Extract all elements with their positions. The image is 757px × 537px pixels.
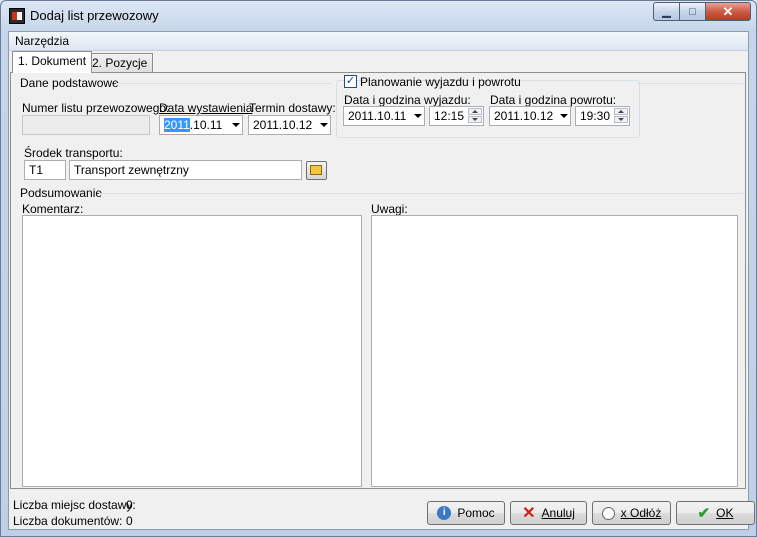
notes-label: Uwagi: [371, 202, 408, 216]
close-icon: ✕ [722, 3, 734, 19]
departure-label: Data i godzina wyjazdu: [344, 93, 471, 107]
planning-label: Planowanie wyjazdu i powrotu [360, 75, 521, 89]
chevron-down-icon[interactable] [232, 123, 240, 127]
help-button-label: Pomoc [457, 506, 495, 520]
tab-items[interactable]: 2. Pozycje [86, 53, 154, 72]
places-value: 0 [126, 498, 133, 512]
departure-date-picker[interactable]: 2011.10.11 [343, 106, 425, 126]
defer-button[interactable]: x Odłóż [592, 501, 671, 525]
chevron-down-icon[interactable] [414, 114, 422, 118]
delivery-date-label: Termin dostawy: [249, 101, 336, 115]
notes-textarea[interactable] [371, 215, 738, 487]
spin-up-icon[interactable] [614, 108, 628, 115]
comment-textarea[interactable] [22, 215, 362, 487]
docs-label: Liczba dokumentów: [13, 514, 123, 528]
planning-checkbox[interactable]: ✓ [344, 75, 357, 88]
window-title: Dodaj list przewozowy [30, 8, 159, 23]
comment-label: Komentarz: [22, 202, 84, 216]
doc-number-field[interactable] [22, 115, 150, 135]
spin-up-icon[interactable] [468, 108, 482, 115]
info-icon: i [437, 506, 452, 520]
cancel-button[interactable]: ✕ Anuluj [510, 501, 587, 525]
transport-browse-button[interactable] [306, 161, 327, 180]
departure-time-spinner[interactable]: 12:15 [429, 106, 484, 126]
group-summary-line [99, 193, 743, 194]
issue-date-picker[interactable]: 2011.10.11 [159, 115, 243, 135]
folder-icon [310, 165, 322, 175]
minimize-icon: ▁ [662, 6, 671, 18]
title-bar[interactable]: Dodaj list przewozowy ▁ □ ✕ [1, 1, 756, 31]
checkmark-icon: ✔ [697, 505, 711, 522]
group-basic-title: Dane podstawowe [20, 76, 119, 90]
spin-down-icon[interactable] [614, 116, 628, 123]
departure-date-value: 2011.10.11 [348, 109, 407, 123]
group-summary-title: Podsumowanie [20, 186, 103, 200]
help-button[interactable]: i Pomoc [427, 501, 505, 525]
chevron-down-icon[interactable] [320, 123, 328, 127]
return-date-value: 2011.10.12 [494, 109, 554, 123]
places-label: Liczba miejsc dostawy: [13, 498, 136, 512]
departure-time-value: 12:15 [434, 109, 465, 123]
delivery-date-picker[interactable]: 2011.10.12 [248, 115, 331, 135]
return-date-picker[interactable]: 2011.10.12 [489, 106, 571, 126]
delivery-date-value: 2011.10.12 [253, 118, 313, 132]
ok-button-label: OK [716, 506, 734, 520]
menu-bar: Narzędzia [9, 32, 748, 51]
dialog-client: Narzędzia 1. Dokument 2. Pozycje Dane po… [8, 31, 755, 530]
cancel-button-label: Anuluj [541, 506, 575, 520]
return-label: Data i godzina powrotu: [490, 93, 617, 107]
app-icon[interactable] [9, 8, 25, 24]
minimize-button[interactable]: ▁ [653, 2, 680, 21]
return-time-value: 19:30 [580, 109, 611, 123]
group-basic-line-right [638, 83, 743, 84]
spin-down-icon[interactable] [468, 116, 482, 123]
cancel-x-icon: ✕ [522, 505, 536, 522]
docs-value: 0 [126, 514, 133, 528]
return-time-spinner[interactable]: 19:30 [575, 106, 630, 126]
clock-icon [601, 506, 615, 520]
transport-name-field[interactable]: Transport zewnętrzny [69, 160, 302, 180]
dialog-window: Dodaj list przewozowy ▁ □ ✕ Narzędzia 1.… [0, 0, 757, 537]
group-basic-line [116, 83, 331, 84]
issue-date-rest: .10.11 [189, 118, 223, 132]
doc-number-label: Numer listu przewozowego: [22, 101, 170, 115]
chevron-down-icon[interactable] [560, 114, 568, 118]
maximize-icon: □ [689, 5, 696, 18]
departure-time-spin[interactable] [468, 108, 482, 124]
return-time-spin[interactable] [614, 108, 628, 124]
close-button[interactable]: ✕ [706, 2, 751, 21]
issue-date-label-text: Data wystawienia [159, 101, 253, 115]
menu-tools[interactable]: Narzędzia [15, 34, 69, 48]
ok-button[interactable]: ✔ OK [676, 501, 755, 525]
tab-document[interactable]: 1. Dokument [12, 51, 93, 73]
maximize-button[interactable]: □ [680, 2, 706, 21]
issue-date-label: Data wystawienia [159, 101, 252, 115]
transport-label: Środek transportu: [24, 146, 123, 160]
tab-panel-document: Dane podstawowe Numer listu przewozowego… [10, 72, 746, 489]
issue-date-year-selected: 2011 [164, 118, 190, 132]
defer-button-label: x Odłóż [620, 506, 662, 520]
transport-code-field[interactable]: T1 [24, 160, 66, 180]
